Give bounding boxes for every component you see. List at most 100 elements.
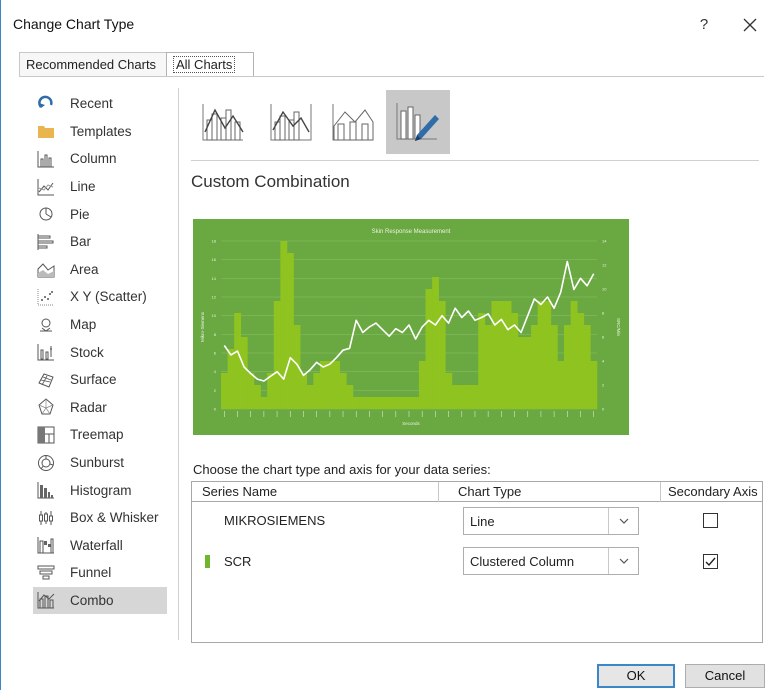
line-chart-icon — [37, 178, 55, 196]
chart-preview: Skin Response Measurement 0 2 4 6 8 10 12 14 16 1… — [193, 219, 629, 435]
y2-axis-ticks: 0 2 4 6 8 10 12 14 — [602, 239, 607, 412]
scr-column — [465, 385, 472, 409]
sidebar-item-sunburst[interactable]: Sunburst — [33, 449, 167, 477]
sidebar-item-radar[interactable]: Radar — [33, 394, 167, 422]
column-separator — [660, 482, 661, 502]
secondary-axis-checkbox-mikrosiemens[interactable] — [703, 513, 718, 528]
y2-tick-label: 4 — [602, 359, 605, 364]
sidebar-item-funnel[interactable]: Funnel — [33, 559, 167, 587]
y-tick-label: 2 — [214, 388, 217, 393]
series-color-swatch-scr — [205, 555, 210, 568]
sidebar-item-scatter[interactable]: X Y (Scatter) — [33, 283, 167, 311]
sunburst-chart-icon — [37, 454, 55, 472]
chevron-down-icon — [619, 518, 628, 524]
series-table: Series Name Chart Type Secondary Axis MI… — [191, 481, 763, 643]
y-tick-label: 10 — [212, 313, 217, 318]
tab-all-charts[interactable]: All Charts — [166, 52, 254, 76]
y-tick-label: 8 — [214, 332, 217, 337]
templates-folder-icon — [37, 122, 55, 140]
sidebar-item-stock[interactable]: Stock — [33, 338, 167, 366]
dropdown-value: Line — [470, 514, 495, 529]
y2-tick-label: 0 — [602, 407, 605, 412]
scr-column — [379, 397, 387, 409]
sidebar-item-label: Column — [70, 151, 117, 167]
scr-column — [326, 361, 334, 409]
sidebar-item-label: Surface — [70, 372, 117, 388]
close-icon — [743, 18, 757, 32]
scr-column — [438, 301, 446, 409]
secondary-axis-checkbox-scr[interactable] — [703, 554, 718, 569]
sidebar-item-label: Radar — [70, 399, 107, 415]
scr-column — [412, 397, 420, 409]
sidebar-item-treemap[interactable]: Treemap — [33, 421, 167, 449]
sidebar-item-label: Line — [70, 179, 96, 195]
sidebar-item-map[interactable]: Map — [33, 311, 167, 339]
scr-column — [280, 241, 288, 409]
scr-column — [399, 397, 407, 409]
chart-type-dropdown-mikrosiemens[interactable]: Line — [463, 507, 639, 535]
sidebar-item-line[interactable]: Line — [33, 173, 167, 201]
area-chart-icon — [37, 260, 55, 278]
column-header-chart-type: Chart Type — [458, 484, 522, 499]
sidebar-item-combo[interactable]: Combo — [33, 586, 167, 615]
ok-button[interactable]: OK — [597, 664, 675, 688]
sidebar-item-column[interactable]: Column — [33, 145, 167, 173]
dropdown-button[interactable] — [608, 548, 638, 574]
sidebar-item-box-whisker[interactable]: Box & Whisker — [33, 504, 167, 532]
combo-subtype-custom[interactable] — [386, 90, 450, 154]
y-tick-label: 0 — [214, 407, 217, 412]
scr-column — [445, 373, 453, 409]
chevron-down-icon — [619, 558, 628, 564]
recent-icon — [37, 95, 55, 113]
combo-subtype-stacked-area-column[interactable] — [321, 90, 385, 154]
scr-column — [234, 313, 242, 409]
sidebar-item-bar[interactable]: Bar — [33, 228, 167, 256]
tab-recommended-charts[interactable]: Recommended Charts — [19, 52, 167, 76]
gallery-divider — [191, 160, 759, 161]
y2-tick-label: 10 — [602, 287, 607, 292]
pie-chart-icon — [37, 205, 55, 223]
cancel-button[interactable]: Cancel — [685, 664, 765, 688]
scr-column — [247, 373, 255, 409]
sidebar-item-label: Stock — [70, 344, 104, 360]
help-button[interactable]: ? — [691, 12, 717, 38]
sidebar-item-recent[interactable]: Recent — [33, 90, 167, 118]
series-name-mikrosiemens: MIKROSIEMENS — [224, 513, 326, 528]
scr-column — [385, 397, 393, 409]
sidebar-item-templates[interactable]: Templates — [33, 118, 167, 146]
combo-subtype-clustered-column-line[interactable] — [191, 90, 255, 154]
sidebar-item-histogram[interactable]: Histogram — [33, 476, 167, 504]
scr-column — [253, 385, 261, 409]
scr-column — [333, 361, 341, 409]
y2-tick-label: 2 — [602, 383, 605, 388]
scr-column — [531, 325, 538, 409]
chart-type-dropdown-scr[interactable]: Clustered Column — [463, 547, 639, 575]
scr-column — [221, 373, 228, 409]
dropdown-button[interactable] — [608, 508, 638, 534]
scr-column — [583, 325, 591, 409]
title-bar: Change Chart Type ? — [1, 0, 768, 44]
combo-subtype-clustered-column-line-secondary[interactable] — [259, 90, 323, 154]
scr-column — [346, 385, 354, 409]
sidebar-item-pie[interactable]: Pie — [33, 200, 167, 228]
scr-column — [260, 397, 268, 409]
combo-chart-icon — [37, 591, 55, 609]
panel-divider — [178, 88, 179, 640]
checkmark-icon — [705, 557, 716, 567]
x-axis-ticks — [223, 411, 595, 417]
sidebar-item-label: Map — [70, 317, 97, 333]
scr-column — [478, 313, 486, 409]
surface-chart-icon — [37, 371, 55, 389]
scr-column — [286, 253, 294, 409]
chart-type-list: Recent Templates Column Line Pie Bar Are… — [33, 90, 167, 615]
sidebar-item-waterfall[interactable]: Waterfall — [33, 532, 167, 560]
sidebar-item-area[interactable]: Area — [33, 256, 167, 284]
series-table-heading: Choose the chart type and axis for your … — [193, 462, 491, 477]
funnel-chart-icon — [37, 564, 55, 582]
close-button[interactable] — [737, 12, 763, 38]
scr-column — [418, 361, 426, 409]
custom-combination-icon — [396, 103, 439, 141]
sidebar-item-label: Waterfall — [70, 537, 123, 553]
sidebar-item-label: X Y (Scatter) — [70, 289, 147, 305]
sidebar-item-surface[interactable]: Surface — [33, 366, 167, 394]
